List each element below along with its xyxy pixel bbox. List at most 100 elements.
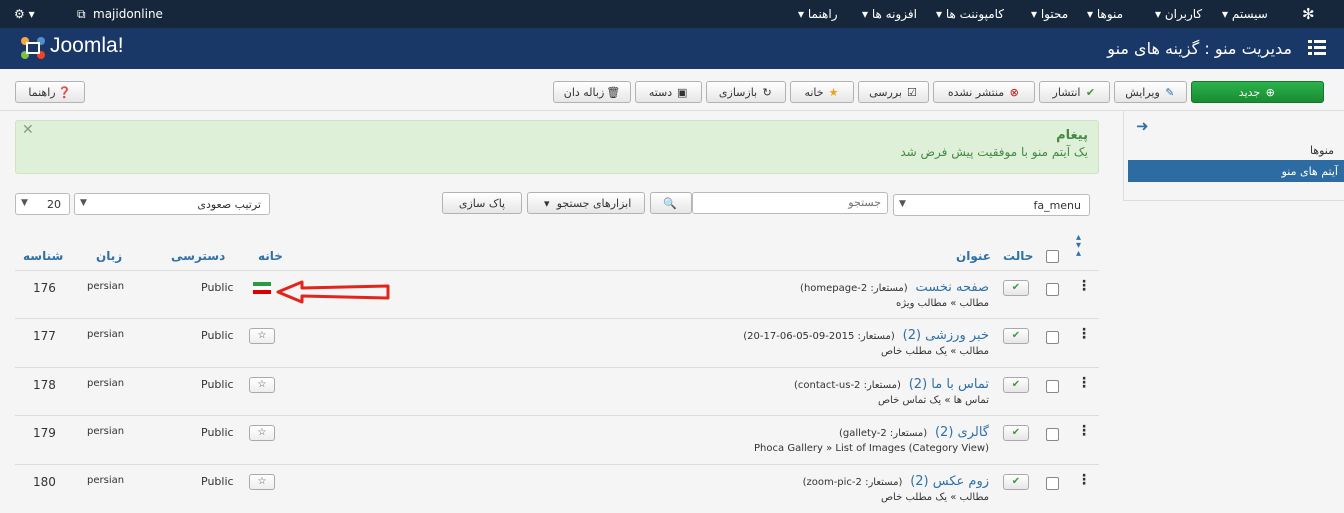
joomla-logo-icon	[21, 37, 45, 59]
row-checkbox[interactable]	[1046, 283, 1059, 296]
ordering-sort-icon[interactable]: ▴ ▾ ▴	[1076, 233, 1081, 259]
set-home-button[interactable]: ☆	[249, 328, 275, 344]
sort-select[interactable]: ▼ ترتیب صعودی	[74, 193, 270, 215]
check-button[interactable]: ☑ بررسی	[858, 81, 929, 103]
gear-icon[interactable]: ⚙ ▾	[14, 7, 35, 21]
row-title-link[interactable]: خبر ورزشی (2)	[903, 328, 989, 343]
select-all-checkbox[interactable]	[1046, 250, 1059, 263]
edit-button[interactable]: ✎ ویرایش	[1114, 81, 1187, 103]
batch-button[interactable]: ▣ دسته	[635, 81, 702, 103]
star-icon: ★	[828, 85, 839, 99]
menu-content[interactable]: ▾ محتوا	[1031, 7, 1068, 21]
menu-help[interactable]: ▾ راهنما	[798, 7, 838, 21]
row-title-block: زوم عکس (2) (مستعار: zoom-pic-2)	[803, 474, 989, 489]
row-checkbox[interactable]	[1046, 331, 1059, 344]
row-menu-type: مطالب » یک مطلب خاص	[880, 492, 989, 503]
row-checkbox[interactable]	[1046, 428, 1059, 441]
sidebar-item-menu-items[interactable]: آیتم های منو	[1128, 160, 1344, 182]
site-link[interactable]: majidonline	[93, 7, 163, 21]
row-title-link[interactable]: تماس با ما (2)	[909, 377, 989, 392]
chevron-down-icon: ▼	[80, 198, 87, 208]
limit-select[interactable]: ▼ 20	[15, 193, 70, 215]
toggle-sidebar-icon[interactable]: ➜	[1136, 117, 1149, 135]
trash-button[interactable]: 🗑 زباله دان	[553, 81, 631, 103]
row-checkbox[interactable]	[1046, 477, 1059, 490]
menu-components[interactable]: ▾ کامپوننت ها	[936, 7, 1004, 21]
published-toggle-button[interactable]: ✔	[1003, 425, 1029, 441]
set-home-button[interactable]: ☆	[249, 377, 275, 393]
menu-plugins[interactable]: ▾ افزونه ها	[862, 7, 917, 21]
row-menu-type: تماس ها » یک تماس خاص	[877, 395, 989, 406]
message-heading: پیغام	[1056, 128, 1088, 143]
search-input[interactable]	[692, 192, 888, 214]
column-id[interactable]: شناسه	[23, 249, 63, 263]
red-arrow-annotation	[276, 280, 390, 304]
menu-menus[interactable]: ▾ منوها	[1087, 7, 1123, 21]
set-home-button[interactable]: ☆	[249, 425, 275, 441]
row-actions-icon[interactable]: ⋮	[1077, 326, 1091, 342]
home-button[interactable]: ★ خانه	[790, 81, 854, 103]
row-title-block: خبر ورزشی (2) (مستعار: 2015-09-05-06-17-…	[743, 328, 989, 343]
top-navbar: ⚙ ▾ ⧉ majidonline ▾ راهنما ▾ افزونه ها ▾…	[0, 0, 1344, 28]
iran-flag-icon[interactable]	[253, 282, 271, 294]
star-outline-icon: ☆	[257, 330, 267, 341]
check-icon: ✔	[1011, 476, 1021, 487]
search-button[interactable]: 🔍	[650, 192, 692, 214]
close-icon[interactable]: ✕	[22, 122, 34, 138]
published-toggle-button[interactable]: ✔	[1003, 377, 1029, 393]
table-row: ⋮ ✔ گالری (2) (مستعار: gallety-2) Phoca …	[15, 415, 1099, 464]
message-text: یک آیتم منو با موفقیت پیش فرض شد	[900, 145, 1088, 159]
sidebar-item-menus[interactable]: منوها	[1310, 144, 1334, 157]
row-title-link[interactable]: صفحه نخست	[916, 280, 989, 295]
column-access[interactable]: دسترسی	[171, 249, 225, 263]
new-button[interactable]: ⊕ جدید	[1191, 81, 1324, 103]
chevron-down-icon: ▼	[21, 198, 28, 208]
table-row: ⋮ ✔ تماس با ما (2) (مستعار: contact-us-2…	[15, 367, 1099, 416]
row-title-block: تماس با ما (2) (مستعار: contact-us-2)	[794, 377, 989, 392]
set-home-button[interactable]: ☆	[249, 474, 275, 490]
published-toggle-button[interactable]: ✔	[1003, 280, 1029, 296]
help-button[interactable]: ❓ راهنما	[15, 81, 85, 103]
sidebar: ➜ منوها آیتم های منو	[1123, 111, 1344, 201]
row-id: 180	[33, 475, 56, 489]
sort-select-value: ترتیب صعودی	[197, 198, 261, 211]
search-tools-button[interactable]: ابزارهای جستجو ▾	[527, 192, 645, 214]
published-toggle-button[interactable]: ✔	[1003, 474, 1029, 490]
chevron-down-icon: ▼	[899, 199, 906, 209]
publish-button[interactable]: ✔ انتشار	[1039, 81, 1110, 103]
unpublish-button[interactable]: ⊗ منتشر نشده	[933, 81, 1035, 103]
row-actions-icon[interactable]: ⋮	[1077, 472, 1091, 488]
row-title-block: صفحه نخست (مستعار: homepage-2)	[800, 280, 989, 295]
row-id: 176	[33, 281, 56, 295]
row-actions-icon[interactable]: ⋮	[1077, 375, 1091, 391]
row-actions-icon[interactable]: ⋮	[1077, 278, 1091, 294]
table-row: ⋮ ✔ خبر ورزشی (2) (مستعار: 2015-09-05-06…	[15, 318, 1099, 367]
joomla-small-icon[interactable]: ✻	[1302, 5, 1315, 23]
row-language: persian	[87, 329, 125, 340]
menu-users[interactable]: ▾ کاربران	[1155, 7, 1202, 21]
header-bar: Joomla! مدیریت منو : گزینه های منو	[0, 28, 1344, 69]
row-alias: (مستعار: zoom-pic-2)	[802, 477, 903, 488]
trash-icon: 🗑	[606, 85, 621, 99]
column-language[interactable]: زبان	[96, 249, 122, 263]
external-link-icon[interactable]: ⧉	[77, 7, 86, 22]
clear-label: پاک سازی	[458, 196, 506, 210]
column-title[interactable]: عنوان	[956, 249, 991, 263]
plus-icon: ⊕	[1265, 85, 1275, 99]
toolbar: ⊕ جدید ✎ ویرایش ✔ انتشار ⊗ منتشر نشده ☑ بررسی…	[0, 69, 1344, 111]
rebuild-button[interactable]: ↻ بازسازی	[706, 81, 786, 103]
row-actions-icon[interactable]: ⋮	[1077, 423, 1091, 439]
row-id: 178	[33, 378, 56, 392]
row-title-link[interactable]: زوم عکس (2)	[910, 474, 989, 489]
clear-button[interactable]: پاک سازی	[442, 192, 522, 214]
published-toggle-button[interactable]: ✔	[1003, 328, 1029, 344]
list-icon	[1308, 40, 1326, 55]
row-title-link[interactable]: گالری (2)	[935, 425, 989, 440]
column-status[interactable]: حالت	[1003, 249, 1033, 263]
row-checkbox[interactable]	[1046, 380, 1059, 393]
menu-select[interactable]: ▼ fa_menu	[893, 194, 1090, 216]
menu-system[interactable]: ▾ سیستم	[1222, 7, 1268, 21]
row-alias: (مستعار: 2015-09-05-06-17-20)	[743, 331, 895, 342]
row-access: Public	[201, 475, 234, 488]
column-home[interactable]: خانه	[258, 249, 283, 263]
